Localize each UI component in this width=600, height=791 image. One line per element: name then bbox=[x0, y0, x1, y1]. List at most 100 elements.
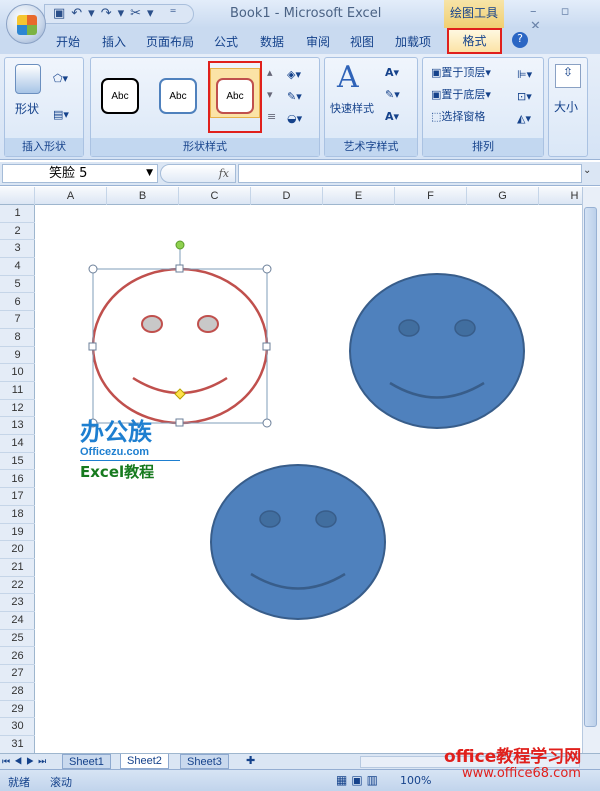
row-header-18[interactable]: 18 bbox=[0, 506, 35, 524]
text-box-icon[interactable]: ▤▾ bbox=[53, 108, 69, 121]
group-wordart-styles: A 快速样式 A▾ ✎▾ A▾ 艺术字样式 bbox=[324, 57, 418, 157]
row-header-19[interactable]: 19 bbox=[0, 524, 35, 542]
window-title: Book1 - Microsoft Excel bbox=[230, 6, 382, 21]
sheet-nav-buttons[interactable]: ⏮◀▶⏭ bbox=[2, 754, 50, 769]
tab-view[interactable]: 视图 bbox=[350, 33, 374, 50]
select-all-corner[interactable] bbox=[0, 187, 35, 205]
column-header-E[interactable]: E bbox=[323, 187, 395, 205]
group-size[interactable]: ⇳ 大小 bbox=[548, 57, 588, 157]
wordart-icon: A bbox=[337, 60, 359, 95]
help-icon[interactable]: ? bbox=[512, 32, 528, 48]
size-icon: ⇳ bbox=[555, 64, 581, 88]
send-to-back-button[interactable]: ▣置于底层▾ bbox=[431, 86, 491, 102]
row-header-1[interactable]: 1 bbox=[0, 205, 35, 223]
office-button[interactable] bbox=[6, 4, 46, 44]
row-header-15[interactable]: 15 bbox=[0, 453, 35, 471]
row-header-29[interactable]: 29 bbox=[0, 701, 35, 719]
row-header-17[interactable]: 17 bbox=[0, 488, 35, 506]
sheet-tab-sheet2[interactable]: Sheet2 bbox=[120, 754, 169, 769]
bring-to-front-button[interactable]: ▣置于顶层▾ bbox=[431, 64, 491, 80]
size-button[interactable]: 大小 bbox=[554, 98, 578, 115]
column-header-G[interactable]: G bbox=[467, 187, 539, 205]
row-header-28[interactable]: 28 bbox=[0, 683, 35, 701]
row-header-26[interactable]: 26 bbox=[0, 648, 35, 666]
insert-sheet-icon[interactable]: ✚ bbox=[240, 754, 261, 769]
text-fill-outline-effects[interactable]: A▾ ✎▾ A▾ bbox=[385, 62, 400, 128]
vertical-scroll-thumb[interactable] bbox=[584, 207, 597, 727]
formula-input[interactable] bbox=[238, 164, 582, 183]
row-header-3[interactable]: 3 bbox=[0, 240, 35, 259]
column-header-D[interactable]: D bbox=[251, 187, 323, 205]
row-header-23[interactable]: 23 bbox=[0, 594, 35, 613]
row-header-31[interactable]: 31 bbox=[0, 736, 35, 754]
tab-home[interactable]: 开始 bbox=[56, 33, 80, 50]
tab-insert[interactable]: 插入 bbox=[102, 33, 126, 50]
row-header-27[interactable]: 27 bbox=[0, 665, 35, 683]
smiley-shape[interactable] bbox=[210, 464, 386, 620]
shapes-button[interactable]: 形状 bbox=[15, 100, 39, 117]
row-header-8[interactable]: 8 bbox=[0, 329, 35, 347]
tab-data[interactable]: 数据 bbox=[260, 33, 284, 50]
rotation-handle[interactable] bbox=[175, 240, 185, 250]
row-header-5[interactable]: 5 bbox=[0, 276, 35, 294]
insert-function-button[interactable]: fx bbox=[160, 164, 236, 183]
group-label: 艺术字样式 bbox=[325, 138, 417, 156]
row-header-9[interactable]: 9 bbox=[0, 347, 35, 365]
row-header-30[interactable]: 30 bbox=[0, 718, 35, 736]
group-shape-styles: Abc Abc Abc ▴ ▾ ≡ ◈▾ ✎▾ ◒▾ 形状样式 bbox=[90, 57, 320, 157]
sheet-tab-sheet1[interactable]: Sheet1 bbox=[62, 754, 111, 769]
row-header-24[interactable]: 24 bbox=[0, 612, 35, 630]
zoom-level[interactable]: 100% bbox=[400, 774, 431, 787]
shapes-icon bbox=[15, 64, 41, 94]
row-header-11[interactable]: 11 bbox=[0, 382, 35, 400]
view-buttons[interactable]: ▦▣▥ bbox=[336, 773, 382, 787]
tab-addins[interactable]: 加载项 bbox=[395, 33, 431, 50]
officezu-logo: 办公族 Officezu.com Excel教程 bbox=[80, 418, 180, 482]
row-header-4[interactable]: 4 bbox=[0, 258, 35, 276]
edit-shape-icon[interactable]: ⬠▾ bbox=[53, 72, 68, 85]
shape-style-blue[interactable]: Abc bbox=[159, 78, 197, 114]
shape-style-black[interactable]: Abc bbox=[101, 78, 139, 114]
tab-formulas[interactable]: 公式 bbox=[214, 33, 238, 50]
quick-styles-button[interactable]: 快速样式 bbox=[330, 100, 374, 116]
shape-style-red[interactable]: Abc bbox=[216, 78, 254, 114]
smiley-shape-selected[interactable] bbox=[88, 240, 272, 428]
row-header-7[interactable]: 7 bbox=[0, 311, 35, 329]
tab-review[interactable]: 审阅 bbox=[306, 33, 330, 50]
row-header-13[interactable]: 13 bbox=[0, 417, 35, 436]
align-group-rotate[interactable]: ⊫▾ ⊡▾ ◭▾ bbox=[517, 64, 532, 130]
row-header-6[interactable]: 6 bbox=[0, 294, 35, 312]
name-box[interactable]: 笑脸 5 ▼ bbox=[2, 164, 158, 183]
adjust-handle[interactable] bbox=[174, 388, 186, 400]
row-header-16[interactable]: 16 bbox=[0, 471, 35, 489]
row-header-2[interactable]: 2 bbox=[0, 223, 35, 241]
group-label: 排列 bbox=[423, 138, 543, 156]
drawing-tools-context-label: 绘图工具 bbox=[444, 0, 504, 28]
resize-handles[interactable] bbox=[88, 264, 272, 428]
row-header-20[interactable]: 20 bbox=[0, 541, 35, 559]
row-header-10[interactable]: 10 bbox=[0, 364, 35, 382]
left-eye bbox=[141, 315, 163, 333]
quick-access-toolbar[interactable]: ▣↶▾↷▾✂▾ ⁼ bbox=[44, 4, 194, 24]
row-header-25[interactable]: 25 bbox=[0, 630, 35, 648]
column-header-B[interactable]: B bbox=[107, 187, 179, 205]
status-scroll-lock: 滚动 bbox=[50, 776, 72, 789]
smiley-shape[interactable] bbox=[349, 273, 525, 429]
fill-outline-effects[interactable]: ◈▾ ✎▾ ◒▾ bbox=[287, 64, 302, 130]
ribbon: 形状 ⬠▾ ▤▾ 插入形状 Abc Abc Abc ▴ ▾ ≡ ◈▾ ✎▾ ◒▾ 形状样… bbox=[0, 54, 600, 160]
gallery-scroll[interactable]: ▴ ▾ ≡ bbox=[267, 62, 276, 128]
tab-page-layout[interactable]: 页面布局 bbox=[146, 33, 194, 50]
expand-formula-bar-icon[interactable]: ⌄ bbox=[583, 165, 591, 176]
column-header-A[interactable]: A bbox=[35, 187, 107, 205]
group-label: 插入形状 bbox=[5, 138, 83, 156]
row-header-22[interactable]: 22 bbox=[0, 577, 35, 595]
row-header-21[interactable]: 21 bbox=[0, 559, 35, 577]
watermark-title: office教程学习网 bbox=[444, 747, 582, 767]
row-header-14[interactable]: 14 bbox=[0, 435, 35, 453]
selection-pane-button[interactable]: ⬚选择窗格 bbox=[431, 108, 485, 124]
row-header-12[interactable]: 12 bbox=[0, 400, 35, 418]
sheet-tab-sheet3[interactable]: Sheet3 bbox=[180, 754, 229, 769]
tab-format[interactable]: 格式 bbox=[447, 28, 502, 54]
column-header-C[interactable]: C bbox=[179, 187, 251, 205]
column-header-F[interactable]: F bbox=[395, 187, 467, 205]
